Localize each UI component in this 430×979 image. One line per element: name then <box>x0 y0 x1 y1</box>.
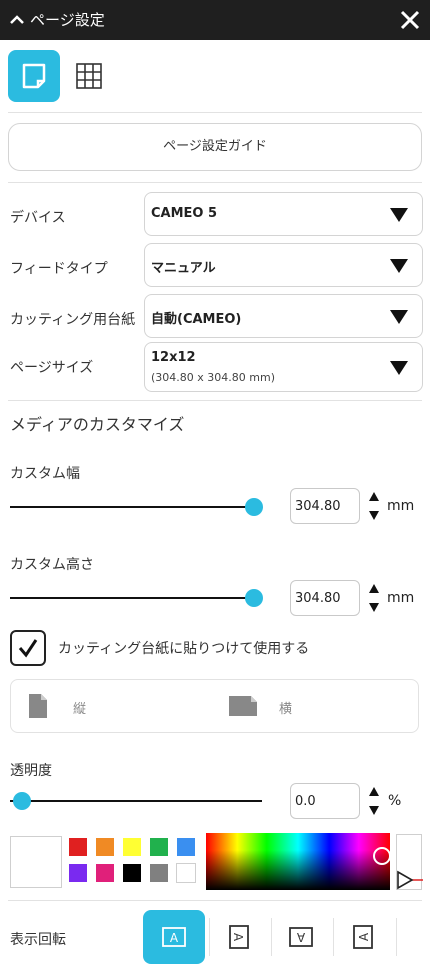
slider-track <box>10 597 254 599</box>
title-bar: ページ設定 <box>0 0 430 40</box>
device-label: デバイス <box>10 210 66 226</box>
color-swatch[interactable] <box>95 837 115 857</box>
rotation-label: 表示回転 <box>10 932 66 948</box>
panel-title: ページ設定 <box>30 11 105 29</box>
transparency-slider[interactable] <box>10 791 262 811</box>
transparency-label: 透明度 <box>10 763 52 779</box>
chevron-down-icon <box>390 208 408 222</box>
page-settings-tab[interactable] <box>8 50 60 102</box>
color-swatch[interactable] <box>68 863 88 883</box>
device-select[interactable]: CAMEO 5 <box>144 192 423 236</box>
use-mat-label: カッティング台紙に貼りつけて使用する <box>58 641 310 657</box>
grid-settings-tab[interactable] <box>64 50 116 102</box>
custom-width-input[interactable]: 304.80 <box>290 488 360 524</box>
color-preview <box>10 836 62 888</box>
divider <box>8 900 422 901</box>
slider-knob[interactable] <box>13 792 31 810</box>
rotate-90-button[interactable]: A <box>208 910 270 964</box>
page-size-detail: (304.80 x 304.80 mm) <box>151 371 275 384</box>
page-setup-guide-button[interactable]: ページ設定ガイド <box>8 123 422 171</box>
rotate-270-icon: A <box>353 925 373 949</box>
use-mat-checkbox[interactable] <box>10 630 46 666</box>
custom-width-label: カスタム幅 <box>10 466 80 482</box>
rotate-0-button[interactable]: A <box>143 910 205 964</box>
close-icon[interactable] <box>396 6 424 34</box>
rotate-180-icon: A <box>289 927 313 947</box>
page-icon <box>22 63 46 89</box>
custom-height-input[interactable]: 304.80 <box>290 580 360 616</box>
landscape-page-icon[interactable] <box>229 696 257 716</box>
stepper-arrows-icon[interactable] <box>368 785 380 817</box>
feed-type-label: フィードタイプ <box>10 261 108 277</box>
slider-knob[interactable] <box>245 589 263 607</box>
color-swatch[interactable] <box>68 837 88 857</box>
chevron-down-icon <box>390 259 408 273</box>
transparency-unit: % <box>388 793 402 809</box>
divider <box>8 400 422 401</box>
svg-text:A: A <box>296 930 305 944</box>
grid-icon <box>76 63 102 89</box>
divider <box>8 182 422 183</box>
feed-type-select[interactable]: マニュアル <box>144 243 423 287</box>
color-swatch[interactable] <box>122 837 142 857</box>
transparency-input[interactable]: 0.0 <box>290 783 360 819</box>
checkmark-icon <box>18 639 38 658</box>
landscape-label[interactable]: 横 <box>279 698 292 717</box>
collapse-chevron-icon[interactable] <box>8 11 26 29</box>
rotate-0-icon: A <box>162 927 186 947</box>
alpha-strip[interactable] <box>396 834 423 890</box>
stepper-arrows-icon[interactable] <box>368 490 380 522</box>
custom-width-unit: mm <box>387 498 415 514</box>
media-customize-title: メディアのカスタマイズ <box>10 415 185 434</box>
color-swatch[interactable] <box>122 863 142 883</box>
device-value: CAMEO 5 <box>151 206 218 221</box>
custom-height-slider[interactable] <box>10 588 263 608</box>
svg-text:A: A <box>357 932 371 941</box>
color-swatch[interactable] <box>149 837 169 857</box>
orientation-group: 縦 横 <box>10 679 419 733</box>
custom-height-label: カスタム高さ <box>10 557 94 573</box>
color-swatch[interactable] <box>95 863 115 883</box>
separator <box>396 918 397 956</box>
cutting-mat-label: カッティング用台紙 <box>10 312 136 328</box>
page-size-value: 12x12 <box>151 350 196 365</box>
color-spectrum[interactable] <box>206 833 390 890</box>
alpha-pointer-icon <box>397 870 423 890</box>
page-size-label: ページサイズ <box>10 360 94 376</box>
cutting-mat-select[interactable]: 自動(CAMEO) <box>144 294 423 338</box>
custom-height-unit: mm <box>387 590 415 606</box>
svg-text:A: A <box>170 931 179 945</box>
rotate-90-icon: A <box>229 925 249 949</box>
slider-track <box>10 506 254 508</box>
feed-type-value: マニュアル <box>151 261 216 276</box>
rotate-180-button[interactable]: A <box>270 910 332 964</box>
divider <box>8 112 422 113</box>
color-swatch[interactable] <box>149 863 169 883</box>
svg-text:A: A <box>231 933 245 942</box>
slider-track <box>10 800 262 802</box>
chevron-down-icon <box>390 361 408 375</box>
color-swatch[interactable] <box>176 863 196 883</box>
stepper-arrows-icon[interactable] <box>368 582 380 614</box>
spectrum-cursor[interactable] <box>373 847 391 865</box>
color-swatch[interactable] <box>176 837 196 857</box>
slider-knob[interactable] <box>245 498 263 516</box>
chevron-down-icon <box>390 310 408 324</box>
cutting-mat-value: 自動(CAMEO) <box>151 312 242 327</box>
portrait-page-icon[interactable] <box>27 694 49 718</box>
rotate-270-button[interactable]: A <box>332 910 394 964</box>
portrait-label[interactable]: 縦 <box>73 698 86 717</box>
custom-width-slider[interactable] <box>10 497 263 517</box>
page-size-select[interactable]: 12x12 (304.80 x 304.80 mm) <box>144 342 423 392</box>
